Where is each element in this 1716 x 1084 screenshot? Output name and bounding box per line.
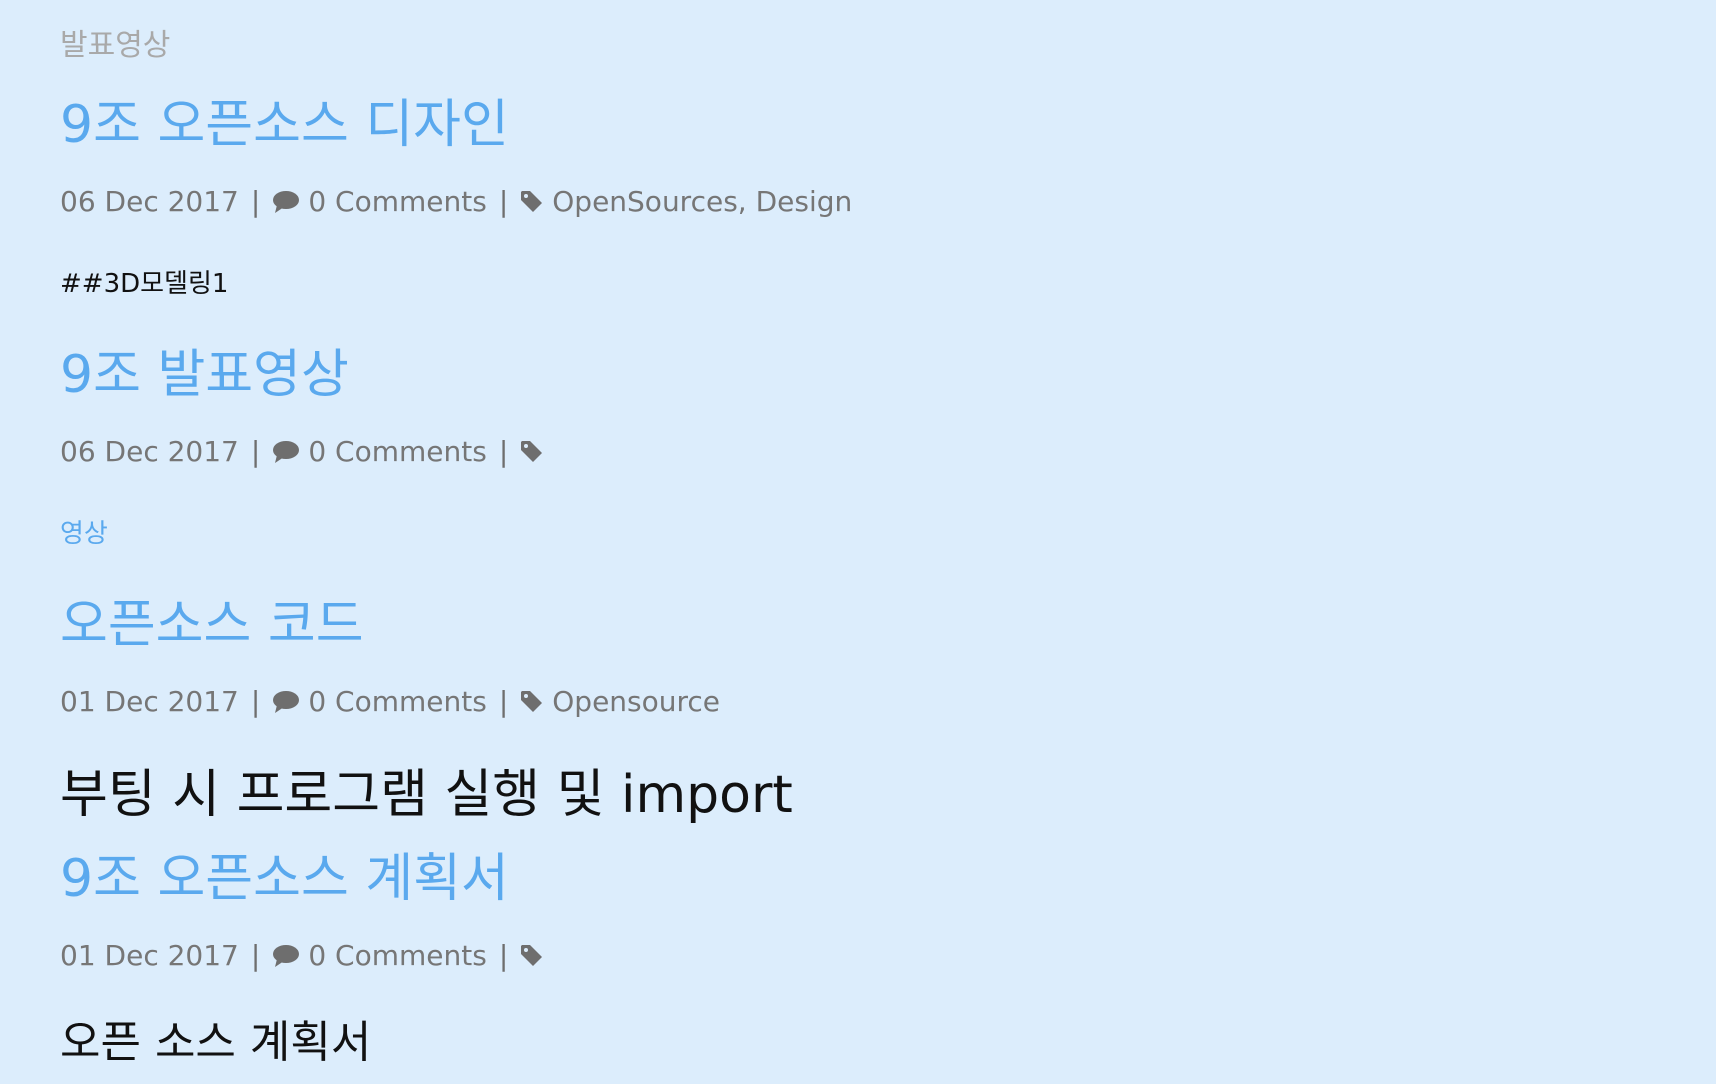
tag-icon xyxy=(520,190,544,214)
comment-count-link[interactable]: 0 Comments xyxy=(308,936,487,976)
post-excerpt-top: 발표영상 xyxy=(60,28,171,63)
post-excerpt-3: 부팅 시 프로그램 실행 및 import xyxy=(60,765,793,825)
post-date: 01 Dec 2017 xyxy=(60,939,239,972)
comment-icon xyxy=(272,440,300,464)
post-meta-3: 01 Dec 2017 | 0 Comments | Opensource xyxy=(60,682,720,722)
meta-separator: | xyxy=(498,435,509,468)
post-meta-1: 06 Dec 2017 | 0 Comments | OpenSources, … xyxy=(60,182,852,222)
post-tags[interactable]: Opensource xyxy=(552,682,720,722)
tag-icon xyxy=(520,944,544,968)
post-date: 06 Dec 2017 xyxy=(60,435,239,468)
post-title-3[interactable]: 오픈소스 코드 xyxy=(60,592,364,658)
tag-icon xyxy=(520,440,544,464)
post-list: 발표영상 9조 오픈소스 디자인 06 Dec 2017 | 0 Comment… xyxy=(0,0,1716,1084)
comment-count-link[interactable]: 0 Comments xyxy=(308,432,487,472)
comment-count-link[interactable]: 0 Comments xyxy=(308,182,487,222)
meta-separator: | xyxy=(250,685,261,718)
meta-separator: | xyxy=(250,939,261,972)
post-title-1[interactable]: 9조 오픈소스 디자인 xyxy=(60,92,509,158)
comment-count-link[interactable]: 0 Comments xyxy=(308,682,487,722)
post-title-4[interactable]: 9조 오픈소스 계획서 xyxy=(60,846,509,912)
comment-icon xyxy=(272,190,300,214)
post-excerpt-4: 오픈 소스 계획서 xyxy=(60,1017,372,1068)
post-title-2[interactable]: 9조 발표영상 xyxy=(60,342,349,408)
post-excerpt-1: ##3D모델링1 xyxy=(60,269,229,299)
tag-icon xyxy=(520,690,544,714)
post-excerpt-2[interactable]: 영상 xyxy=(60,516,108,552)
comment-icon xyxy=(272,944,300,968)
post-meta-4: 01 Dec 2017 | 0 Comments | xyxy=(60,936,552,976)
post-date: 01 Dec 2017 xyxy=(60,685,239,718)
meta-separator: | xyxy=(498,939,509,972)
comment-icon xyxy=(272,690,300,714)
meta-separator: | xyxy=(498,185,509,218)
meta-separator: | xyxy=(498,685,509,718)
meta-separator: | xyxy=(250,435,261,468)
post-meta-2: 06 Dec 2017 | 0 Comments | xyxy=(60,432,552,472)
meta-separator: | xyxy=(250,185,261,218)
post-tags[interactable]: OpenSources, Design xyxy=(552,182,852,222)
post-date: 06 Dec 2017 xyxy=(60,185,239,218)
